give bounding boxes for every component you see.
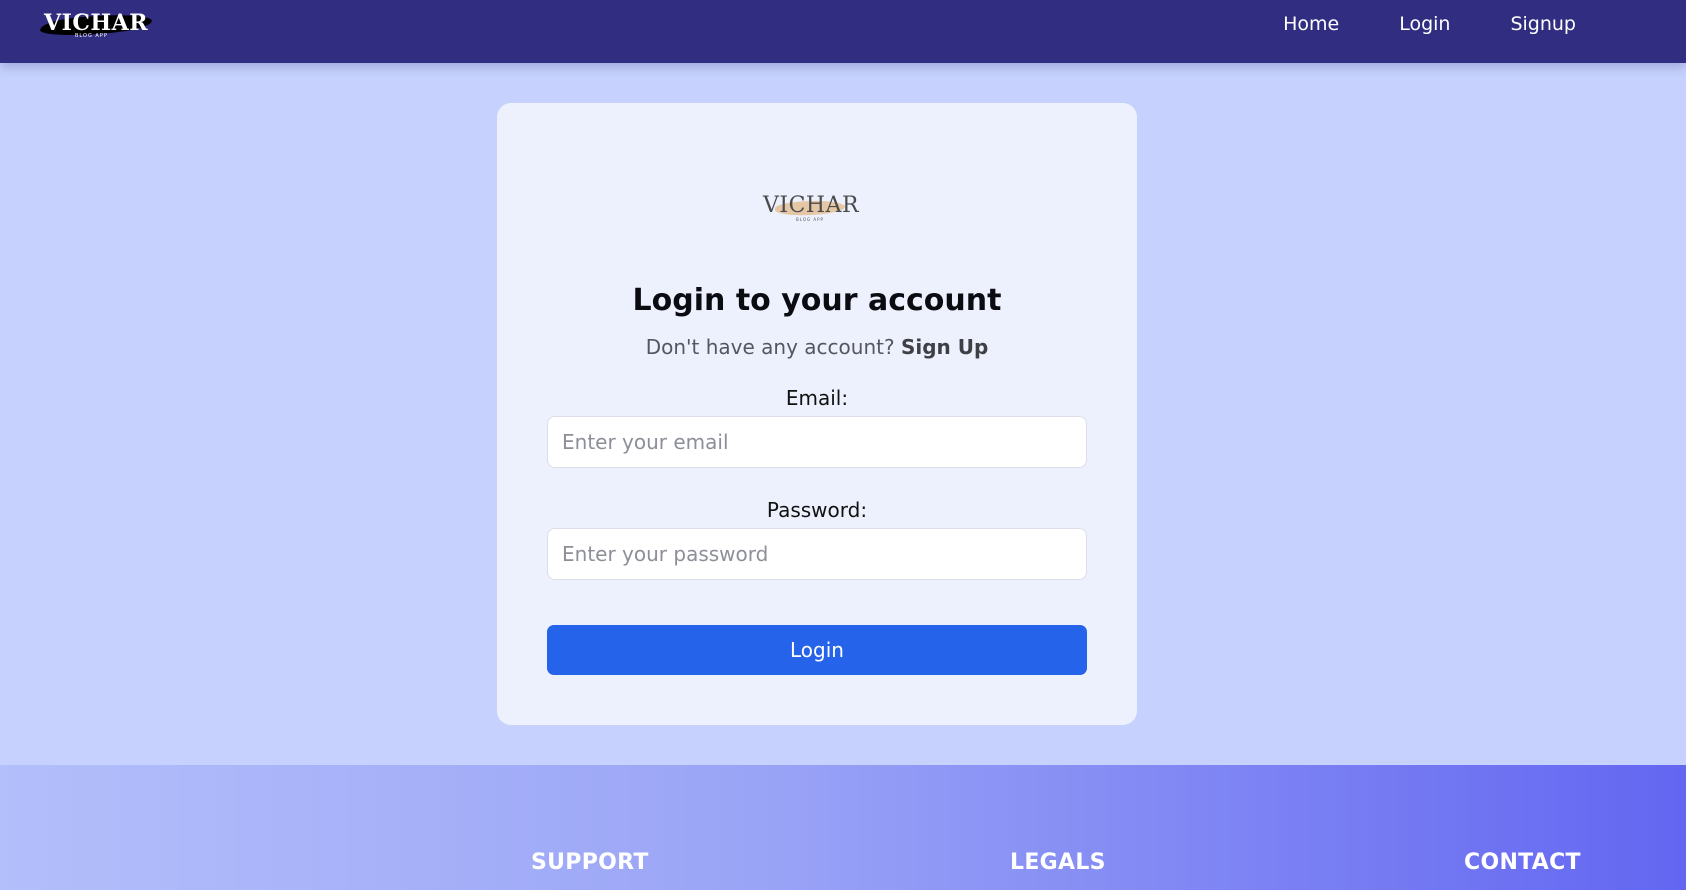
- brand-logo-tag: BLOG APP: [75, 33, 108, 39]
- nav-links: Home Login Signup: [1283, 10, 1576, 38]
- card-logo-tag: BLOG APP: [796, 217, 824, 222]
- password-field[interactable]: [547, 528, 1087, 580]
- nav-link-login[interactable]: Login: [1399, 13, 1450, 35]
- signup-prompt-text: Don't have any account?: [645, 335, 895, 359]
- nav-link-home[interactable]: Home: [1283, 13, 1339, 35]
- password-label: Password:: [766, 498, 868, 522]
- email-label: Email:: [785, 386, 849, 410]
- login-card: VICHAR BLOG APP Login to your account Do…: [497, 103, 1137, 725]
- footer-heading-support: SUPPORT: [531, 850, 649, 875]
- login-button[interactable]: Login: [547, 625, 1087, 675]
- footer-heading-contact: CONTACT: [1464, 850, 1581, 875]
- email-field[interactable]: [547, 416, 1087, 468]
- signup-prompt: Don't have any account? Sign Up: [497, 335, 1137, 359]
- card-logo: VICHAR BLOG APP: [763, 193, 863, 223]
- signup-link[interactable]: Sign Up: [901, 335, 988, 359]
- card-logo-word: VICHAR: [763, 193, 860, 218]
- top-navbar: VICHAR BLOG APP Home Login Signup: [0, 0, 1686, 63]
- nav-link-signup[interactable]: Signup: [1510, 13, 1576, 35]
- brand-logo[interactable]: VICHAR BLOG APP: [38, 6, 156, 40]
- page-title: Login to your account: [632, 283, 1002, 318]
- footer: SUPPORT LEGALS CONTACT: [0, 765, 1686, 890]
- footer-heading-legals: LEGALS: [1010, 850, 1106, 875]
